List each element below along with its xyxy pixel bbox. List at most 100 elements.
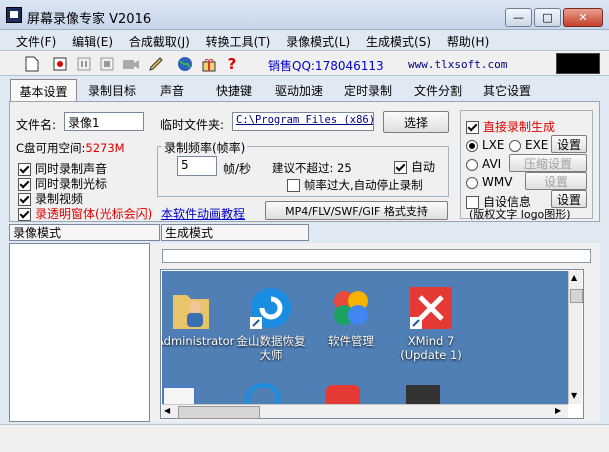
tab-generate-mode[interactable]: 生成模式: [161, 224, 309, 241]
tab-record-mode[interactable]: 录像模式: [9, 224, 160, 241]
scroll-thumb[interactable]: [178, 406, 260, 419]
user-folder-icon: [173, 295, 209, 329]
basic-settings-panel: 文件名: 录像1 临时文件夹: C:\Program Files (x86)\ …: [9, 101, 600, 222]
maximize-button[interactable]: □: [534, 8, 561, 27]
auto-framerate-label: 自动: [411, 160, 436, 174]
menu-bar: 文件(F) 编辑(E) 合成截取(J) 转换工具(T) 录像模式(L) 生成模式…: [0, 30, 609, 50]
partial-desktop-icon: [406, 385, 440, 404]
suggest-label: 建议不超过:: [272, 161, 334, 175]
gift-icon[interactable]: [199, 54, 219, 74]
menu-generate-mode[interactable]: 生成模式(S): [360, 31, 437, 52]
overload-stop-checkbox[interactable]: 帧率过大,自动停止录制: [287, 177, 423, 193]
suggest-value: 25: [337, 161, 352, 175]
tab-driver-accel[interactable]: 驱动加速: [269, 79, 329, 101]
disk-space-label: C盘可用空间:: [16, 141, 86, 155]
menu-compose[interactable]: 合成截取(J): [123, 31, 196, 52]
preview-vertical-scrollbar[interactable]: ▲ ▼: [568, 271, 583, 404]
tab-record-target[interactable]: 录制目标: [82, 79, 142, 101]
format-wmv-label: WMV: [482, 175, 513, 189]
globe-icon[interactable]: [175, 54, 195, 74]
desktop-icon-software-manager[interactable]: 软件管理: [316, 285, 386, 348]
direct-record-label: 直接录制生成: [483, 120, 556, 134]
direct-record-checkbox[interactable]: 直接录制生成: [466, 118, 555, 135]
stop-icon[interactable]: [97, 54, 117, 74]
format-exe-radio[interactable]: EXE: [509, 138, 548, 152]
menu-help[interactable]: 帮助(H): [441, 31, 495, 52]
menu-convert[interactable]: 转换工具(T): [200, 31, 277, 52]
toolbar: ? 销售QQ:178046113 www.tlxsoft.com: [0, 50, 609, 76]
desktop-icon-administrator[interactable]: Administrator: [162, 285, 235, 348]
select-folder-button[interactable]: 选择: [383, 111, 449, 133]
tab-scheduled-record[interactable]: 定时录制: [337, 79, 399, 101]
radio-icon: [509, 139, 521, 152]
new-file-icon[interactable]: [22, 54, 42, 74]
desktop-icon-label: XMind 7 (Update 1): [400, 334, 462, 362]
desktop-icon-xmind[interactable]: XMind 7 (Update 1): [396, 285, 466, 362]
format-avi-label: AVI: [482, 157, 502, 171]
wmv-settings-button[interactable]: 设置: [525, 172, 587, 190]
help-icon[interactable]: ?: [222, 54, 242, 74]
pen-icon[interactable]: [146, 54, 166, 74]
auto-framerate-checkbox[interactable]: 自动: [394, 158, 435, 175]
window-title: 屏幕录像专家 V2016: [27, 12, 152, 27]
menu-file[interactable]: 文件(F): [10, 31, 62, 52]
minimize-button[interactable]: —: [505, 8, 532, 27]
scroll-right-icon[interactable]: ▶: [555, 406, 561, 415]
radio-icon: [466, 139, 478, 152]
framerate-group-title: 录制频率(帧率): [162, 139, 248, 156]
scroll-down-icon[interactable]: ▼: [571, 391, 577, 400]
format-settings-button[interactable]: 设置: [551, 135, 587, 153]
website-link[interactable]: www.tlxsoft.com: [408, 58, 507, 71]
format-lxe-radio[interactable]: LXE: [466, 138, 505, 152]
desktop-preview: Administrator 金山数据恢复大师 软件管理 XMind 7 (Upd…: [162, 271, 568, 404]
record-transparent-checkbox[interactable]: 录透明窗体(光标会闪): [18, 205, 152, 222]
record-video-label: 录制视频: [35, 192, 84, 206]
recovery-icon: [250, 288, 291, 329]
tab-other-settings[interactable]: 其它设置: [477, 79, 537, 101]
tab-basic-settings[interactable]: 基本设置: [10, 79, 77, 102]
scroll-thumb[interactable]: [570, 289, 583, 303]
scroll-up-icon[interactable]: ▲: [571, 273, 577, 282]
tempdir-input[interactable]: C:\Program Files (x86)\: [232, 112, 374, 131]
tempdir-label: 临时文件夹:: [160, 118, 225, 132]
tab-sound[interactable]: 声音: [148, 79, 196, 101]
checkbox-icon: [287, 179, 300, 192]
partial-desktop-icon: [162, 386, 196, 404]
format-wmv-radio[interactable]: WMV: [466, 175, 512, 189]
title-bar: 屏幕录像专家 V2016 — □ ✕: [0, 0, 609, 30]
checkbox-icon: [18, 208, 31, 221]
pause-icon[interactable]: [74, 54, 94, 74]
scroll-left-icon[interactable]: ◀: [164, 406, 170, 415]
tab-hotkeys[interactable]: 快捷键: [208, 79, 260, 101]
direct-record-group: 直接录制生成 LXE EXE 设置 AVI 压缩设置 WMV 设置 自设信息 设…: [460, 110, 593, 221]
preview-horizontal-scrollbar[interactable]: ◀ ▶: [162, 404, 568, 419]
animation-tutorial-link[interactable]: 本软件动画教程: [161, 205, 245, 222]
filename-label: 文件名:: [16, 118, 57, 132]
close-button[interactable]: ✕: [563, 8, 603, 27]
partial-desktop-icon: [326, 385, 360, 404]
format-avi-radio[interactable]: AVI: [466, 157, 501, 171]
partial-desktop-icon: [246, 383, 280, 404]
progress-bar: [162, 249, 591, 263]
filename-input[interactable]: 录像1: [64, 112, 144, 131]
software-manager-icon: [334, 291, 368, 325]
record-icon[interactable]: [50, 54, 70, 74]
desktop-icon-recovery[interactable]: 金山数据恢复大师: [236, 285, 306, 362]
format-support-button[interactable]: MP4/FLV/SWF/GIF 格式支持: [265, 201, 448, 220]
record-transparent-label: 录透明窗体(光标会闪): [35, 207, 153, 221]
sales-qq-text: 销售QQ:178046113: [268, 59, 384, 73]
tab-file-split[interactable]: 文件分割: [408, 79, 468, 101]
menu-record-mode[interactable]: 录像模式(L): [280, 31, 356, 52]
framerate-input[interactable]: 5: [177, 156, 217, 176]
desktop-icon-label: Administrator: [162, 334, 235, 348]
menu-edit[interactable]: 编辑(E): [66, 31, 119, 52]
record-audio-label: 同时录制声音: [35, 162, 108, 176]
checkbox-icon: [466, 121, 479, 134]
format-lxe-label: LXE: [482, 138, 505, 152]
copyright-logo-text: (版权文字 logo图形): [469, 208, 571, 221]
camera-icon[interactable]: [121, 54, 141, 74]
status-bar: [0, 424, 609, 452]
desktop-icon-label: 金山数据恢复大师: [236, 334, 306, 362]
radio-icon: [466, 158, 478, 171]
compress-settings-button[interactable]: 压缩设置: [509, 154, 587, 172]
